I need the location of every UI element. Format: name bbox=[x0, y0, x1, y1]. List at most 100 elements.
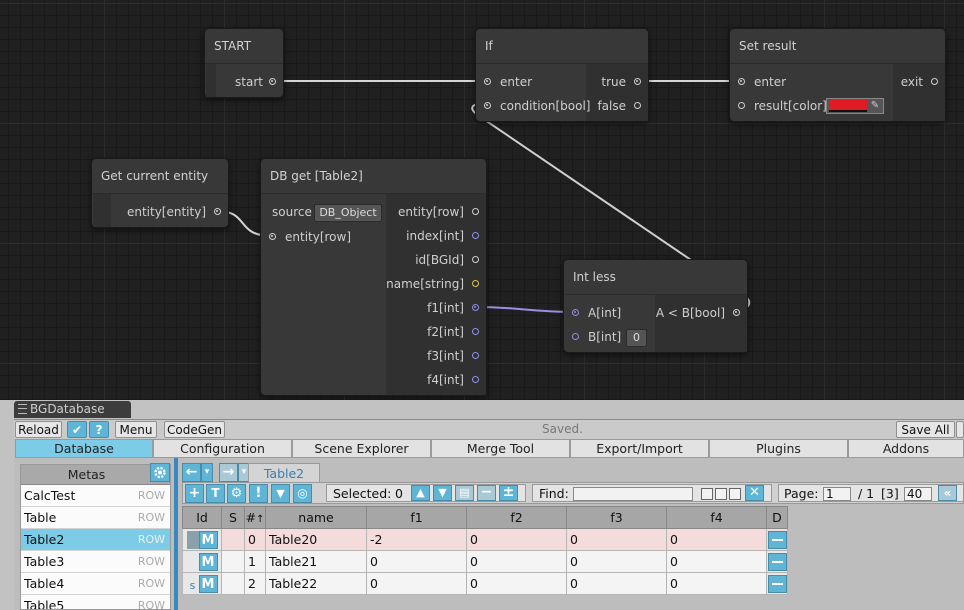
move-down-icon[interactable]: ▼ bbox=[433, 485, 452, 501]
column-header[interactable]: f1 bbox=[366, 506, 467, 529]
condition-in-pin[interactable] bbox=[484, 102, 491, 109]
back-history-icon[interactable]: ▾ bbox=[201, 463, 213, 482]
index-out-pin[interactable] bbox=[472, 232, 479, 239]
f4-out-pin[interactable] bbox=[472, 376, 479, 383]
column-header[interactable]: f4 bbox=[666, 506, 767, 529]
tab-addons[interactable]: Addons bbox=[848, 439, 964, 458]
panel-splitter[interactable] bbox=[174, 458, 178, 610]
meta-item-selected[interactable]: Table2 ROW bbox=[21, 529, 170, 551]
b-value-field[interactable]: 0 bbox=[626, 329, 647, 347]
panel-tab[interactable]: BGDatabase bbox=[14, 401, 131, 418]
settings-icon[interactable]: ⚙ bbox=[227, 484, 246, 503]
name-cell[interactable]: Table20 bbox=[265, 528, 367, 551]
exit-out-pin[interactable] bbox=[931, 78, 938, 85]
filter-icon[interactable]: ▼ bbox=[271, 484, 290, 503]
warning-icon[interactable]: ! bbox=[249, 484, 268, 503]
f3-cell[interactable]: 0 bbox=[566, 572, 667, 595]
node-db-get[interactable]: DB get [Table2] source DB_Object entity[… bbox=[260, 158, 487, 396]
reload-button[interactable]: Reload bbox=[15, 421, 62, 438]
tab-export-import[interactable]: Export/Import bbox=[570, 439, 709, 458]
meta-item[interactable]: Table5 ROW bbox=[21, 595, 170, 609]
f3-cell[interactable]: 0 bbox=[566, 528, 667, 551]
codegen-button[interactable]: CodeGen bbox=[164, 421, 225, 438]
remove-icon[interactable]: − bbox=[477, 485, 496, 501]
copy-icon[interactable]: ▤ bbox=[455, 485, 474, 501]
tab-merge-tool[interactable]: Merge Tool bbox=[431, 439, 570, 458]
f1-out-pin[interactable] bbox=[472, 304, 479, 311]
check-icon[interactable]: ✔ bbox=[67, 421, 87, 438]
eyedropper-icon[interactable]: ✎ bbox=[868, 100, 882, 112]
f1-cell[interactable]: 0 bbox=[366, 572, 467, 595]
row-handle[interactable] bbox=[187, 553, 199, 571]
plus-minus-icon[interactable]: ± bbox=[499, 485, 518, 501]
false-out-pin[interactable] bbox=[634, 102, 641, 109]
f2-cell[interactable]: 0 bbox=[466, 550, 567, 573]
tab-configuration[interactable]: Configuration bbox=[153, 439, 292, 458]
f4-cell[interactable]: 0 bbox=[666, 528, 767, 551]
regex-checkbox[interactable] bbox=[729, 488, 741, 500]
move-up-icon[interactable]: ▲ bbox=[411, 485, 430, 501]
exec-in-pin[interactable] bbox=[484, 78, 491, 85]
name-cell[interactable]: Table22 bbox=[265, 572, 367, 595]
target-icon[interactable]: ◎ bbox=[293, 484, 312, 503]
row-menu-button[interactable]: M bbox=[198, 552, 218, 571]
exec-in-pin[interactable] bbox=[738, 78, 745, 85]
menu-button[interactable]: Menu bbox=[115, 421, 157, 438]
toolbar-overflow-button[interactable] bbox=[956, 421, 964, 438]
column-header[interactable]: Id bbox=[182, 506, 222, 529]
color-field[interactable]: ✎ bbox=[826, 98, 884, 114]
entity-out-pin[interactable] bbox=[214, 208, 221, 215]
column-header[interactable]: name bbox=[265, 506, 367, 529]
color-in-pin[interactable] bbox=[738, 102, 745, 109]
page-size-input[interactable]: 40 bbox=[904, 487, 932, 501]
f4-cell[interactable]: 0 bbox=[666, 550, 767, 573]
table-row[interactable]: M 1 Table21 0 0 0 0 bbox=[182, 550, 788, 573]
save-all-button[interactable]: Save All bbox=[896, 421, 955, 438]
f3-out-pin[interactable] bbox=[472, 352, 479, 359]
tab-database[interactable]: Database bbox=[15, 439, 153, 458]
table-tab[interactable]: Table2 bbox=[248, 463, 320, 482]
first-page-icon[interactable]: « bbox=[938, 485, 957, 501]
meta-item[interactable]: CalcTest ROW bbox=[21, 485, 170, 507]
true-out-pin[interactable] bbox=[634, 78, 641, 85]
column-header[interactable]: f3 bbox=[566, 506, 667, 529]
column-header[interactable]: D bbox=[766, 506, 788, 529]
clear-find-icon[interactable]: ✕ bbox=[745, 485, 764, 501]
exec-out-pin[interactable] bbox=[269, 78, 276, 85]
f1-cell[interactable]: 0 bbox=[366, 550, 467, 573]
node-graph-canvas[interactable]: START start If enter true condition[bool… bbox=[0, 0, 964, 400]
meta-item[interactable]: Table3 ROW bbox=[21, 551, 170, 573]
forward-icon[interactable]: → bbox=[219, 463, 238, 482]
table-row[interactable]: sM 2 Table22 0 0 0 0 bbox=[182, 572, 788, 595]
tab-plugins[interactable]: Plugins bbox=[709, 439, 848, 458]
f4-cell[interactable]: 0 bbox=[666, 572, 767, 595]
delete-row-icon[interactable] bbox=[767, 574, 787, 593]
row-handle[interactable]: s bbox=[187, 575, 199, 593]
f3-cell[interactable]: 0 bbox=[566, 550, 667, 573]
f2-out-pin[interactable] bbox=[472, 328, 479, 335]
page-input[interactable]: 1 bbox=[823, 487, 851, 501]
row-menu-button[interactable]: M bbox=[198, 574, 218, 593]
add-row-icon[interactable]: + bbox=[185, 484, 204, 503]
add-filter-icon[interactable]: T bbox=[206, 484, 225, 503]
source-field[interactable]: DB_Object bbox=[314, 204, 382, 222]
node-if[interactable]: If enter true condition[bool] false bbox=[475, 28, 649, 122]
row-handle[interactable] bbox=[186, 530, 199, 549]
back-icon[interactable]: ← bbox=[182, 463, 201, 482]
result-out-pin[interactable] bbox=[733, 309, 740, 316]
meta-item[interactable]: Table4 ROW bbox=[21, 573, 170, 595]
entity-out-pin[interactable] bbox=[472, 208, 479, 215]
b-in-pin[interactable] bbox=[572, 333, 579, 340]
column-header[interactable]: S bbox=[221, 506, 245, 529]
node-int-less[interactable]: Int less A[int] A < B[bool] B[int] 0 bbox=[563, 259, 748, 353]
delete-row-icon[interactable] bbox=[767, 530, 787, 549]
meta-item[interactable]: Table ROW bbox=[21, 507, 170, 529]
table-row[interactable]: M 0 Table20 -2 0 0 0 bbox=[182, 528, 788, 551]
delete-row-icon[interactable] bbox=[767, 552, 787, 571]
column-header[interactable]: #↑ bbox=[244, 506, 266, 529]
whole-word-checkbox[interactable] bbox=[715, 488, 727, 500]
node-start[interactable]: START start bbox=[204, 28, 284, 98]
help-icon[interactable]: ? bbox=[89, 421, 109, 438]
gear-icon[interactable] bbox=[150, 463, 170, 482]
f1-cell[interactable]: -2 bbox=[366, 528, 467, 551]
